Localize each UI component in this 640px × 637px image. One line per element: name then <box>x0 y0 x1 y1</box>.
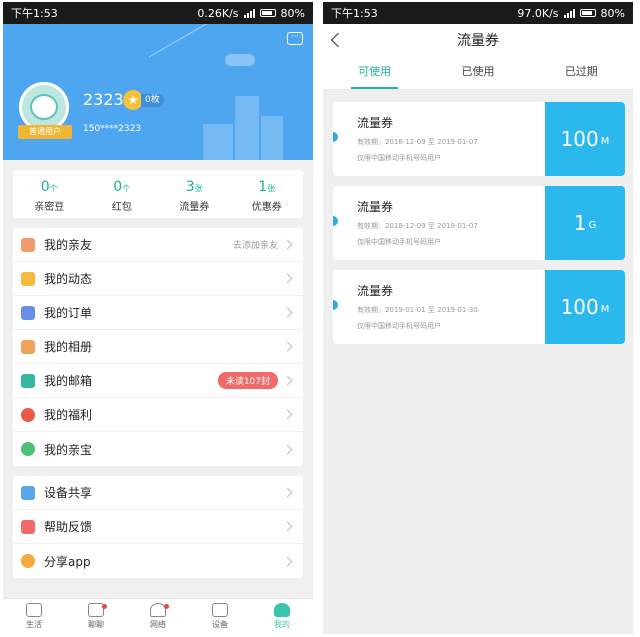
stat-red-packets[interactable]: 0个 红包 <box>86 170 159 218</box>
coupon-title: 流量券 <box>357 116 394 130</box>
nav-bar: 流量券 <box>323 24 633 56</box>
battery-icon <box>579 9 596 17</box>
tab-available[interactable]: 可使用 <box>323 56 426 89</box>
chevron-right-icon <box>282 239 293 250</box>
stat-discount-coupons[interactable]: 1张 优惠券 <box>231 170 304 218</box>
chevron-right-icon <box>282 273 293 284</box>
status-time: 下午1:53 <box>11 7 58 20</box>
tab-mine[interactable]: 我的 <box>251 599 313 634</box>
coupon-amount: 100 M <box>545 270 625 344</box>
tab-used[interactable]: 已使用 <box>426 56 529 89</box>
chevron-right-icon <box>282 375 293 386</box>
tab-life[interactable]: 生活 <box>3 599 65 634</box>
chevron-right-icon <box>282 341 293 352</box>
coupon-scope: 仅限中国移动手机号码用户 <box>357 322 441 330</box>
welfare-icon <box>21 407 35 422</box>
mail-icon <box>21 373 35 388</box>
signal-icon <box>243 8 255 18</box>
menu-item-share-app[interactable]: 分享app <box>13 544 303 578</box>
device-icon <box>212 603 228 617</box>
feedback-icon <box>21 519 35 534</box>
menu-item-baby[interactable]: 我的亲宝 <box>13 432 303 466</box>
menu-item-moments[interactable]: 我的动态 <box>13 262 303 296</box>
notification-dot <box>164 604 169 609</box>
building-icon <box>203 124 233 160</box>
profile-header: ··· 普通用户 2323 ★ 0枚 150****2323 <box>3 24 313 160</box>
network-speed: 0.26K/s <box>197 6 239 20</box>
chevron-right-icon <box>282 487 293 498</box>
chevron-right-icon <box>282 307 293 318</box>
coupon-validity: 有效期：2018-12-09 至 2019-01-07 <box>357 138 478 146</box>
status-time: 下午1:53 <box>331 7 378 20</box>
coupon-card[interactable]: 流量券 有效期：2018-12-09 至 2019-01-07 仅限中国移动手机… <box>333 186 625 260</box>
menu-item-friends[interactable]: 我的亲友 去添加亲友 <box>13 228 303 262</box>
chevron-right-icon <box>282 444 293 454</box>
coupon-card[interactable]: 流量券 有效期：2019-01-01 至 2019-01-30 仅限中国移动手机… <box>333 270 625 344</box>
tab-expired[interactable]: 已过期 <box>530 56 633 89</box>
cloud-icon <box>225 54 255 66</box>
profile-screen: 下午1:53 0.26K/s 80% ··· 普通用户 2323 ★ 0枚 15… <box>3 2 313 634</box>
stat-data-coupons[interactable]: 3张 流量券 <box>158 170 231 218</box>
orders-icon <box>21 305 35 320</box>
status-bar: 下午1:53 0.26K/s 80% <box>3 2 313 24</box>
user-phone: 150****2323 <box>83 124 142 134</box>
menu-item-mailbox[interactable]: 我的邮箱 未读107封 <box>13 364 303 398</box>
tab-device[interactable]: 设备 <box>189 599 251 634</box>
stats-card: 0个 亲密豆 0个 红包 3张 流量券 1张 优惠券 <box>13 170 303 218</box>
building-icon <box>261 116 283 160</box>
battery-level: 80% <box>280 6 305 20</box>
coupon-validity: 有效期：2019-01-01 至 2019-01-30 <box>357 306 478 314</box>
message-icon[interactable]: ··· <box>287 32 303 45</box>
album-icon <box>21 339 35 354</box>
medal-count: 0枚 <box>141 94 164 107</box>
person-icon <box>274 603 290 617</box>
unread-mail-badge: 未读107封 <box>217 372 278 389</box>
coupon-scope: 仅限中国移动手机号码用户 <box>357 154 441 162</box>
page-title: 流量券 <box>457 33 499 49</box>
menu-item-orders[interactable]: 我的订单 <box>13 296 303 330</box>
signal-icon <box>563 8 575 18</box>
menu-item-album[interactable]: 我的相册 <box>13 330 303 364</box>
username: 2323 <box>83 90 124 109</box>
bottom-tab-bar: 生活 聊聊 网络 设备 我的 <box>3 598 313 634</box>
chevron-right-icon <box>282 409 293 420</box>
user-level-badge: 普通用户 <box>18 125 72 139</box>
notification-dot <box>102 604 107 609</box>
battery-icon <box>259 9 276 17</box>
coupon-amount: 100 M <box>545 102 625 176</box>
menu-item-feedback[interactable]: 帮助反馈 <box>13 510 303 544</box>
coupon-validity: 有效期：2018-12-09 至 2019-01-07 <box>357 222 478 230</box>
coffee-icon <box>26 603 42 617</box>
baby-icon <box>21 442 35 456</box>
coupons-screen: 下午1:53 97.0K/s 80% 流量券 可使用 已使用 已过期 流量券 有… <box>323 2 633 634</box>
tab-network[interactable]: 网络 <box>127 599 189 634</box>
medal-icon[interactable]: ★ <box>123 90 143 110</box>
menu-group-settings: 设备共享 帮助反馈 分享app <box>13 476 303 578</box>
status-bar: 下午1:53 97.0K/s 80% <box>323 2 633 24</box>
coupon-card[interactable]: 流量券 有效期：2018-12-09 至 2019-01-07 仅限中国移动手机… <box>333 102 625 176</box>
device-share-icon <box>21 485 35 500</box>
friends-icon <box>21 237 35 252</box>
tab-chat[interactable]: 聊聊 <box>65 599 127 634</box>
coupon-status-tabs: 可使用 已使用 已过期 <box>323 56 633 90</box>
coupon-scope: 仅限中国移动手机号码用户 <box>357 238 441 246</box>
moments-icon <box>21 271 35 286</box>
coupon-amount: 1 G <box>545 186 625 260</box>
network-speed: 97.0K/s <box>517 6 559 20</box>
coupon-title: 流量券 <box>357 200 394 214</box>
menu-group-main: 我的亲友 去添加亲友 我的动态 我的订单 我的相册 我的邮箱 未读107封 我的… <box>13 228 303 466</box>
chevron-right-icon <box>282 521 293 532</box>
building-icon <box>235 96 259 160</box>
chevron-right-icon <box>282 556 293 566</box>
add-friend-hint: 去添加亲友 <box>232 241 278 251</box>
coupon-title: 流量券 <box>357 284 394 298</box>
stat-intimacy-beans[interactable]: 0个 亲密豆 <box>13 170 86 218</box>
battery-level: 80% <box>600 6 625 20</box>
back-arrow-icon[interactable] <box>330 32 346 48</box>
menu-item-device-share[interactable]: 设备共享 <box>13 476 303 510</box>
menu-item-welfare[interactable]: 我的福利 <box>13 398 303 432</box>
share-icon <box>21 554 35 568</box>
